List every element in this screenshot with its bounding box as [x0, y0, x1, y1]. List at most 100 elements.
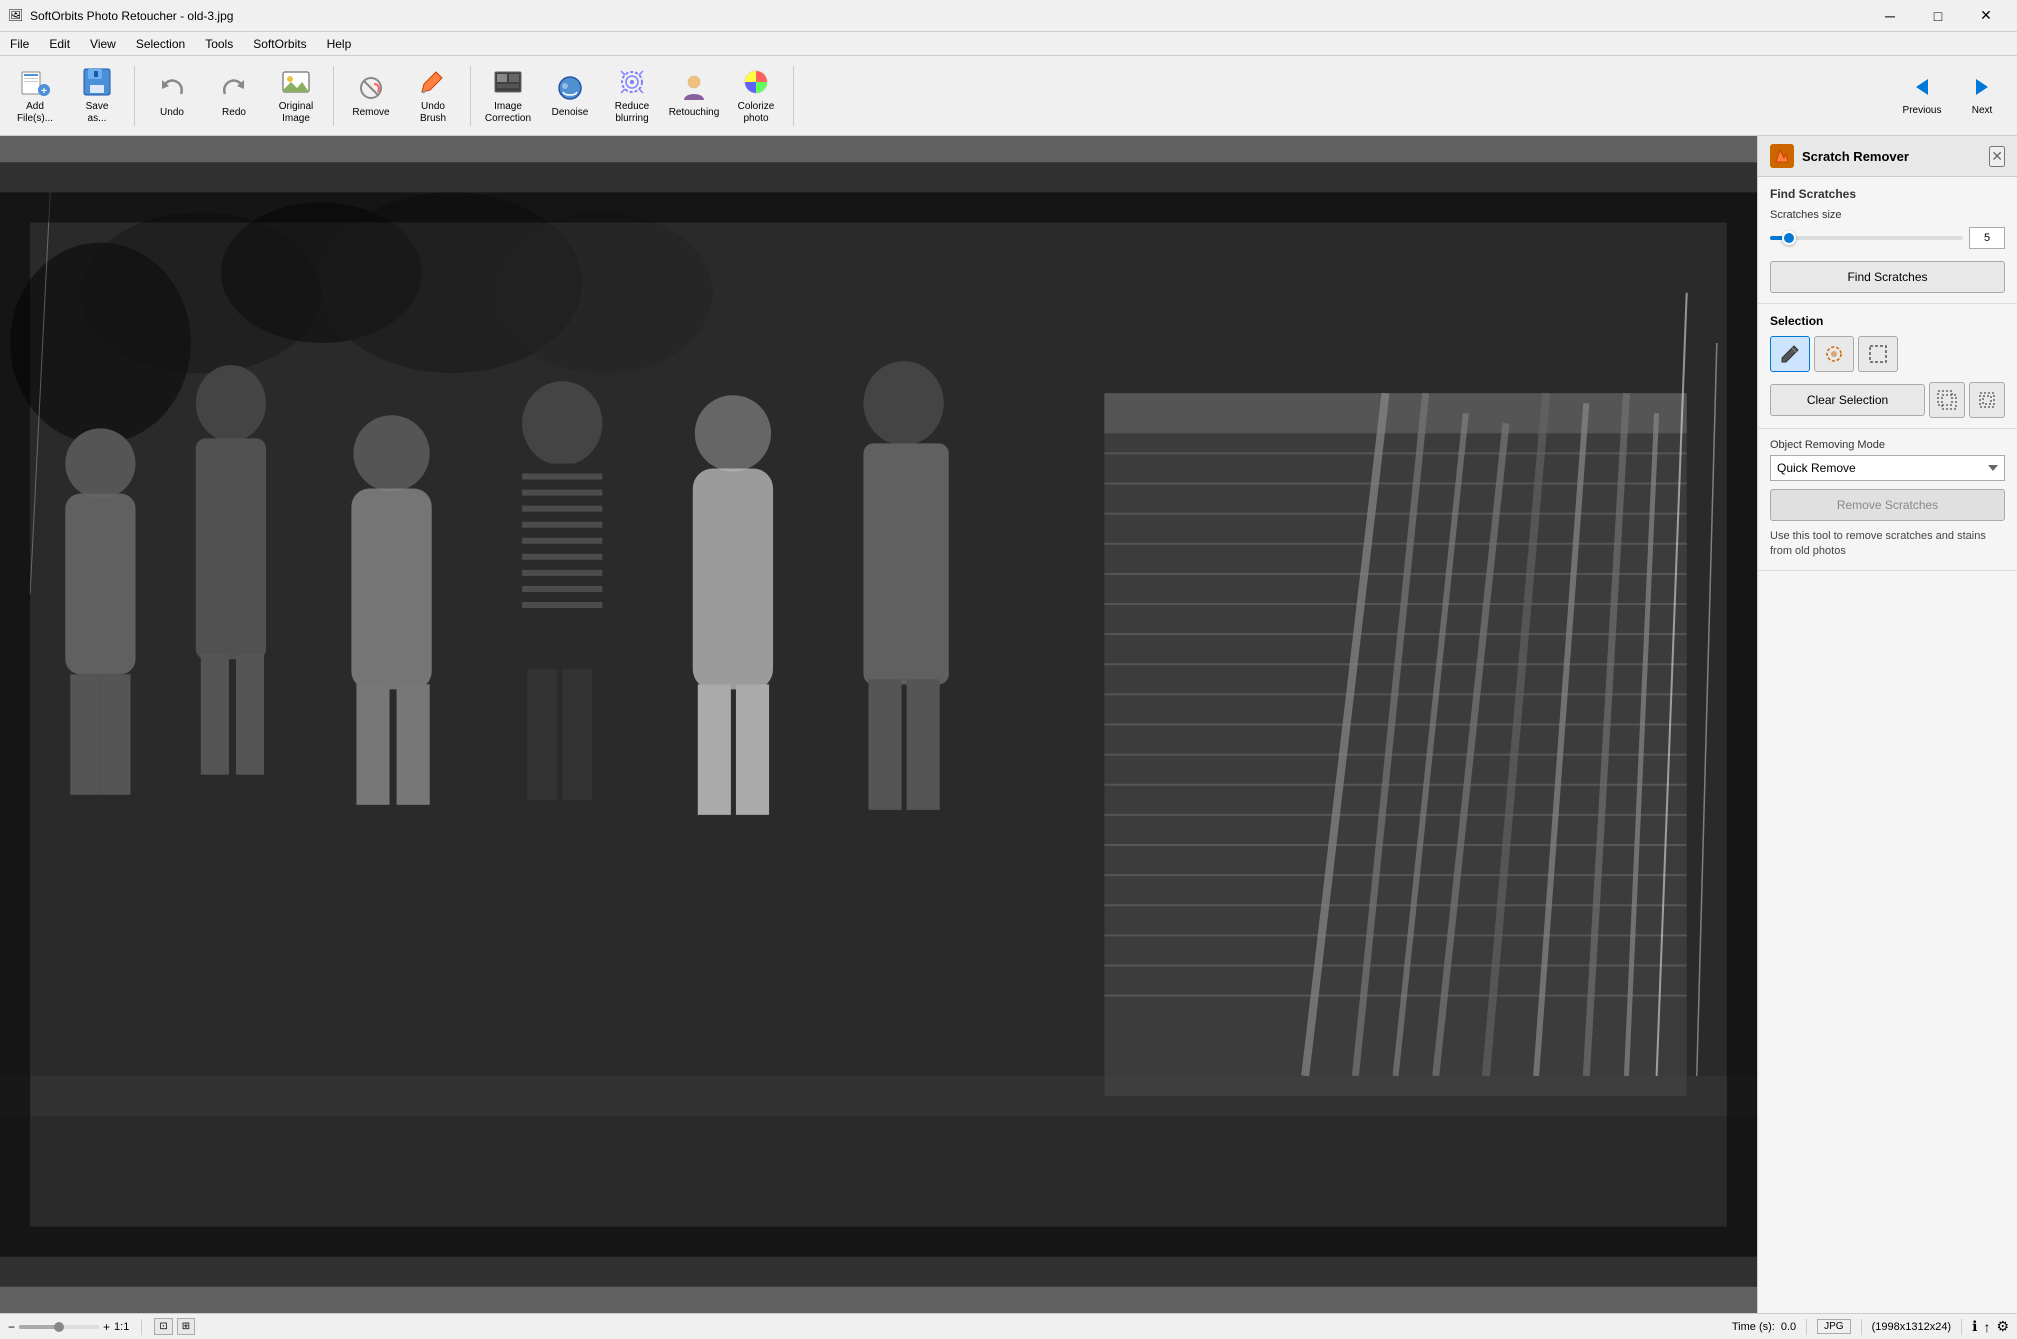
close-button[interactable]: ✕	[1963, 0, 2009, 32]
scratches-size-label: Scratches size	[1770, 209, 1842, 221]
minimize-button[interactable]: ─	[1867, 0, 1913, 32]
denoise-label: Denoise	[552, 107, 589, 119]
image-correction-icon	[492, 67, 524, 98]
pencil-icon	[1780, 344, 1800, 364]
window-title: SoftOrbits Photo Retoucher - old-3.jpg	[30, 9, 1867, 23]
actual-size-button[interactable]: ⊞	[177, 1318, 195, 1335]
menu-bar: File Edit View Selection Tools SoftOrbit…	[0, 32, 2017, 56]
selection-bottom-row: Clear Selection	[1770, 382, 2005, 418]
find-scratches-section: Find Scratches Scratches size 5 Find Scr…	[1758, 177, 2017, 304]
reduce-blurring-button[interactable]: Reduceblurring	[603, 62, 661, 130]
find-scratches-title: Find Scratches	[1770, 187, 2005, 201]
toolbox-title: Scratch Remover	[1802, 149, 1909, 164]
undo-brush-button[interactable]: UndoBrush	[404, 62, 462, 130]
add-files-icon: +	[19, 67, 51, 98]
undo-brush-label: UndoBrush	[420, 101, 446, 125]
file-format-badge: JPG	[1817, 1319, 1850, 1334]
colorize-photo-icon	[740, 67, 772, 98]
magic-wand-button[interactable]	[1814, 336, 1854, 372]
zoom-slider[interactable]	[19, 1325, 99, 1329]
fit-to-window-button[interactable]: ⊡	[154, 1318, 172, 1335]
menu-edit[interactable]: Edit	[39, 32, 80, 55]
denoise-button[interactable]: Denoise	[541, 62, 599, 130]
save-as-icon	[81, 67, 113, 98]
status-right: Time (s): 0.0 JPG (1998x1312x24) ℹ ↑ ⚙	[1732, 1318, 2009, 1335]
previous-button[interactable]: Previous	[1893, 62, 1951, 130]
zoom-in-button[interactable]: +	[103, 1320, 110, 1334]
contract-selection-icon	[1976, 389, 1998, 411]
menu-selection[interactable]: Selection	[126, 32, 195, 55]
menu-file[interactable]: File	[0, 32, 39, 55]
reduce-blurring-icon	[616, 67, 648, 98]
removing-mode-dropdown[interactable]: Quick Remove Smart Remove Texture Propag…	[1770, 455, 2005, 481]
time-value: 0.0	[1781, 1321, 1796, 1333]
scratches-size-slider[interactable]	[1770, 236, 1963, 240]
scratches-size-value[interactable]: 5	[1969, 227, 2005, 249]
contract-selection-button[interactable]	[1969, 382, 2005, 418]
magic-wand-icon	[1824, 344, 1844, 364]
next-label: Next	[1972, 105, 1993, 117]
status-view-icons: ⊡ ⊞	[154, 1318, 195, 1335]
title-bar-controls: ─ □ ✕	[1867, 0, 2009, 32]
separator-1	[134, 66, 135, 126]
next-button[interactable]: Next	[1953, 62, 2011, 130]
selection-section: Selection	[1758, 304, 2017, 429]
image-correction-label: ImageCorrection	[485, 101, 531, 125]
menu-help[interactable]: Help	[317, 32, 362, 55]
next-arrow-icon	[1970, 75, 1994, 102]
scratch-remover-icon	[1770, 144, 1794, 168]
toolbox-panel: Scratch Remover ✕ Find Scratches Scratch…	[1757, 136, 2017, 1313]
status-separator-4	[1961, 1319, 1962, 1335]
remove-icon	[355, 72, 387, 104]
toolbox-header: Scratch Remover ✕	[1758, 136, 2017, 177]
colorize-photo-button[interactable]: Colorizephoto	[727, 62, 785, 130]
menu-tools[interactable]: Tools	[195, 32, 243, 55]
object-removing-mode-label: Object Removing Mode	[1770, 439, 2005, 451]
pencil-tool-button[interactable]	[1770, 336, 1810, 372]
expand-selection-button[interactable]	[1929, 382, 1965, 418]
status-separator-2	[1806, 1319, 1807, 1335]
clear-selection-button[interactable]: Clear Selection	[1770, 384, 1925, 416]
redo-icon	[218, 72, 250, 104]
time-label: Time (s):	[1732, 1321, 1775, 1333]
reduce-blurring-label: Reduceblurring	[615, 101, 649, 125]
image-correction-button[interactable]: ImageCorrection	[479, 62, 537, 130]
retouching-button[interactable]: Retouching	[665, 62, 723, 130]
share-button[interactable]: ↑	[1983, 1319, 1990, 1335]
svg-text:+: +	[41, 86, 47, 96]
expand-selection-icon	[1936, 389, 1958, 411]
status-bar: − + 1:1 ⊡ ⊞ Time (s): 0.0 JPG (1998x1312…	[0, 1313, 2017, 1339]
toolbox-close-button[interactable]: ✕	[1989, 146, 2005, 167]
retouching-label: Retouching	[669, 107, 720, 119]
photo-container	[0, 136, 1757, 1313]
status-separator-1	[141, 1319, 142, 1335]
menu-softorbits[interactable]: SoftOrbits	[243, 32, 316, 55]
previous-arrow-icon	[1910, 75, 1934, 102]
separator-4	[793, 66, 794, 126]
maximize-button[interactable]: □	[1915, 0, 1961, 32]
image-area	[0, 136, 1757, 1313]
info-button[interactable]: ℹ	[1972, 1318, 1977, 1335]
original-image-icon	[280, 67, 312, 98]
nav-section: Previous Next	[1893, 62, 2011, 130]
scratches-size-slider-container: 5	[1770, 227, 2005, 249]
save-as-button[interactable]: Saveas...	[68, 62, 126, 130]
undo-label: Undo	[160, 107, 184, 119]
remove-scratches-button[interactable]: Remove Scratches	[1770, 489, 2005, 521]
add-files-button[interactable]: + AddFile(s)...	[6, 62, 64, 130]
rect-select-button[interactable]	[1858, 336, 1898, 372]
remove-button[interactable]: Remove	[342, 62, 400, 130]
selection-tools-row	[1770, 336, 2005, 372]
undo-brush-icon	[417, 67, 449, 98]
menu-view[interactable]: View	[80, 32, 126, 55]
redo-button[interactable]: Redo	[205, 62, 263, 130]
undo-button[interactable]: Undo	[143, 62, 201, 130]
zoom-out-button[interactable]: −	[8, 1320, 15, 1334]
undo-icon	[156, 72, 188, 104]
original-image-label: OriginalImage	[279, 101, 313, 125]
original-image-button[interactable]: OriginalImage	[267, 62, 325, 130]
redo-label: Redo	[222, 107, 246, 119]
zoom-value: 1:1	[114, 1321, 129, 1333]
find-scratches-button[interactable]: Find Scratches	[1770, 261, 2005, 293]
settings-button[interactable]: ⚙	[1996, 1318, 2009, 1335]
